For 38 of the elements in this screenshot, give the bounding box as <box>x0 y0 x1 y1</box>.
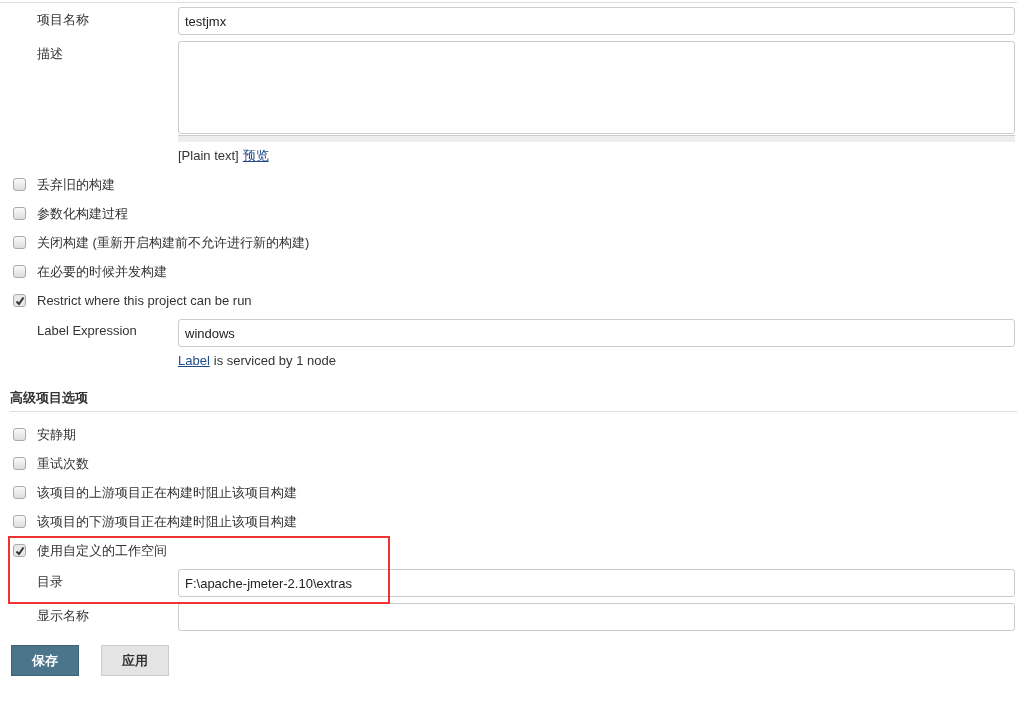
checkbox-label: 该项目的下游项目正在构建时阻止该项目构建 <box>37 512 297 531</box>
checkbox-label: Restrict where this project can be run <box>37 293 252 308</box>
checkbox-label: 在必要的时候并发构建 <box>37 262 167 281</box>
field-label: Label Expression <box>36 322 138 340</box>
checkbox[interactable] <box>13 428 26 441</box>
checkbox-label: 该项目的上游项目正在构建时阻止该项目构建 <box>37 483 297 502</box>
checkbox-label: 安静期 <box>37 425 76 444</box>
checkbox[interactable] <box>13 544 26 557</box>
description-textarea[interactable] <box>178 41 1015 134</box>
help-link[interactable]: Label <box>178 353 210 369</box>
preview-link[interactable]: 预览 <box>242 148 269 164</box>
checkbox[interactable] <box>13 457 26 470</box>
text-field[interactable] <box>178 603 1015 631</box>
text-field[interactable]: testjmx <box>178 7 1015 35</box>
checkbox-label: 关闭构建 (重新开启构建前不允许进行新的构建) <box>37 233 310 252</box>
apply-button[interactable]: 应用 <box>101 645 169 676</box>
field-label: 目录 <box>36 573 64 591</box>
text-field[interactable]: windows <box>178 319 1015 347</box>
save-button[interactable]: 保存 <box>11 645 79 676</box>
checkbox-label: 参数化构建过程 <box>37 204 128 223</box>
checkbox[interactable] <box>13 265 26 278</box>
field-label: 显示名称 <box>36 607 90 625</box>
checkbox[interactable] <box>13 486 26 499</box>
checkbox[interactable] <box>13 178 26 191</box>
format-text: [Plain text] <box>178 148 239 164</box>
text-field[interactable]: F:\apache-jmeter-2.10\extras <box>178 569 1015 597</box>
checkbox-label: 丢弃旧的构建 <box>37 175 115 194</box>
checkbox[interactable] <box>13 294 26 307</box>
resize-handle[interactable] <box>178 135 1015 142</box>
field-label: 项目名称 <box>36 11 90 29</box>
checkbox[interactable] <box>13 207 26 220</box>
checkbox-label: 使用自定义的工作空间 <box>37 541 167 560</box>
help-text: is serviced by 1 node <box>213 353 336 369</box>
checkbox-label: 重试次数 <box>37 454 89 473</box>
field-label: 描述 <box>36 45 64 63</box>
checkbox[interactable] <box>13 236 26 249</box>
section-heading: 高级项目选项 <box>9 389 89 407</box>
checkbox[interactable] <box>13 515 26 528</box>
